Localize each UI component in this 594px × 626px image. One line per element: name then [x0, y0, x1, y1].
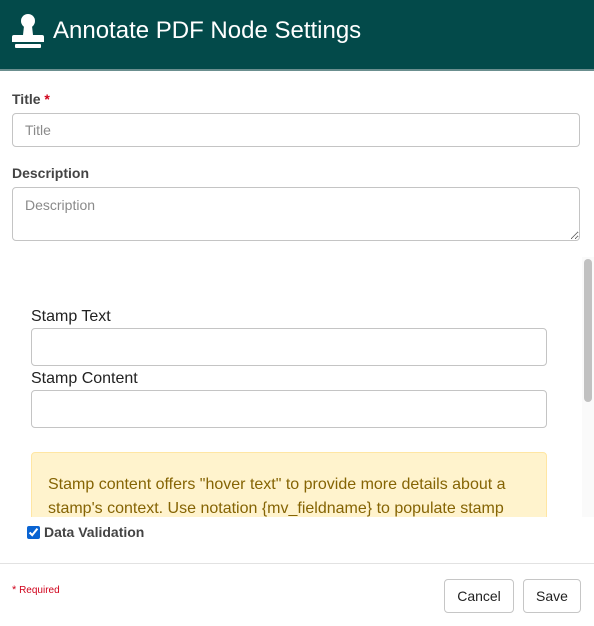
dialog-header: Annotate PDF Node Settings	[0, 0, 594, 71]
title-label: Title *	[12, 91, 50, 107]
stamp-text-label: Stamp Text	[31, 308, 111, 325]
description-textarea[interactable]	[12, 187, 580, 241]
stamp-text-input[interactable]	[31, 328, 547, 366]
footer-divider	[0, 563, 594, 564]
required-note-star: *	[12, 584, 17, 596]
dialog-title: Annotate PDF Node Settings	[53, 17, 362, 44]
stamp-icon	[12, 14, 44, 48]
title-input[interactable]	[12, 113, 580, 147]
data-validation-checkbox[interactable]	[27, 525, 40, 539]
required-star: *	[44, 91, 50, 107]
stamp-settings-panel[interactable]: Stamp Text Stamp Content Stamp content o…	[0, 257, 594, 517]
stamp-content-info-alert: Stamp content offers "hover text" to pro…	[31, 452, 547, 517]
required-note-text: Required	[19, 585, 60, 596]
stamp-content-label: Stamp Content	[31, 370, 138, 387]
title-label-text: Title	[12, 91, 41, 107]
scrollbar-thumb[interactable]	[584, 259, 592, 402]
stamp-content-input[interactable]	[31, 390, 547, 428]
data-validation-row[interactable]: Data Validation	[27, 524, 144, 540]
description-label: Description	[12, 165, 90, 181]
data-validation-label: Data Validation	[44, 524, 145, 540]
required-note: * Required	[12, 584, 60, 596]
cancel-button[interactable]: Cancel	[444, 579, 514, 613]
save-button[interactable]: Save	[523, 579, 581, 613]
